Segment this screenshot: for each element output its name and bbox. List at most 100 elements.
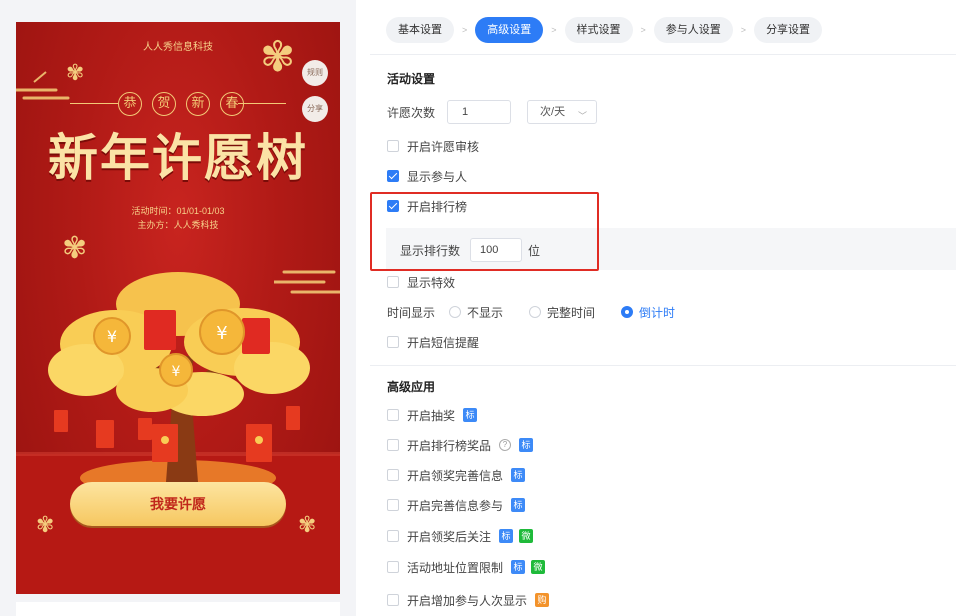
time-option-countdown[interactable]: 倒计时 <box>621 304 675 321</box>
plum-blossom-icon: ✾ <box>36 512 55 537</box>
time-option-hidden[interactable]: 不显示 <box>449 304 503 321</box>
svg-text:¥: ¥ <box>216 323 227 344</box>
wish-limit-row: 许愿次数 1 次/天 ﹀ <box>387 100 598 124</box>
sms-reminder-row[interactable]: 开启短信提醒 <box>387 332 479 352</box>
chevron-right-icon: > <box>462 25 468 35</box>
lottery-checkbox[interactable] <box>387 409 399 421</box>
radio-button[interactable] <box>621 306 634 318</box>
wechat-icon: 微 <box>519 529 534 543</box>
standard-badge: 标 <box>511 498 526 512</box>
rank-count-unit: 位 <box>528 243 541 258</box>
greeting-banner: 恭 贺 新 春 <box>70 92 286 116</box>
info-participate-checkbox[interactable] <box>387 499 399 511</box>
leaderboard-label: 开启排行榜 <box>407 199 468 214</box>
activity-settings-title: 活动设置 <box>387 72 436 86</box>
settings-steps: 基本设置 > 高级设置 > 样式设置 > 参与人设置 > 分享设置 <box>386 17 823 43</box>
sms-reminder-checkbox[interactable] <box>387 336 399 348</box>
prize-info-checkbox[interactable] <box>387 469 399 481</box>
radio-button[interactable] <box>449 306 462 318</box>
cloud-ornament-icon <box>16 71 70 100</box>
wish-limit-input[interactable]: 1 <box>447 100 512 124</box>
svg-text:¥: ¥ <box>107 327 117 346</box>
time-display-label: 时间显示 <box>387 305 436 320</box>
chevron-right-icon: > <box>640 25 646 35</box>
review-label: 开启许愿审核 <box>407 139 480 154</box>
time-option-label: 完整时间 <box>547 305 596 320</box>
advanced-item[interactable]: 开启增加参与人次显示 购 <box>387 590 550 610</box>
plum-blossom-icon: ✾ <box>298 512 317 537</box>
leaderboard-prize-checkbox[interactable] <box>387 439 399 451</box>
show-participants-label: 显示参与人 <box>407 169 468 184</box>
advanced-item-label: 开启排行榜奖品 <box>407 438 492 453</box>
poster-title: 新年许愿树 <box>48 128 308 187</box>
poster-organizer: 人人秀信息科技 <box>143 42 213 53</box>
advanced-item-label: 开启抽奖 <box>407 408 456 423</box>
greeting-char: 贺 <box>152 92 176 116</box>
advanced-item-label: 开启完善信息参与 <box>407 498 504 513</box>
leaderboard-options-panel: 显示排行数 100 位 <box>386 228 956 270</box>
advanced-item[interactable]: 开启领奖完善信息 标 <box>387 465 526 485</box>
advanced-item-label: 活动地址位置限制 <box>407 560 504 575</box>
effects-label: 显示特效 <box>407 275 456 290</box>
advanced-item[interactable]: 开启排行榜奖品 ? 标 <box>387 435 534 455</box>
advanced-item-label: 开启增加参与人次显示 <box>407 593 528 608</box>
sms-reminder-label: 开启短信提醒 <box>407 335 480 350</box>
greeting-line <box>70 103 118 104</box>
advanced-item[interactable]: 开启完善信息参与 标 <box>387 495 526 515</box>
step-advanced-settings[interactable]: 高级设置 <box>475 17 544 43</box>
time-display-row: 时间显示 不显示 完整时间 倒计时 <box>387 302 701 322</box>
standard-badge: 标 <box>519 438 534 452</box>
standard-badge: 标 <box>499 529 514 543</box>
leaderboard-checkbox[interactable] <box>387 200 399 212</box>
leaderboard-row[interactable]: 开启排行榜 <box>387 196 467 216</box>
wish-tree-illustration: ¥ ¥ ¥ <box>48 272 310 492</box>
greeting-char: 春 <box>220 92 244 116</box>
follow-after-prize-checkbox[interactable] <box>387 530 399 542</box>
wish-limit-unit-select[interactable]: 次/天 ﹀ <box>527 100 598 124</box>
effects-checkbox[interactable] <box>387 276 399 288</box>
chevron-right-icon: > <box>740 25 747 35</box>
rank-count-label: 显示排行数 <box>400 243 461 258</box>
help-icon[interactable]: ? <box>499 439 512 451</box>
step-basic-settings[interactable]: 基本设置 <box>386 17 454 43</box>
chevron-right-icon: > <box>551 25 557 35</box>
time-option-label: 不显示 <box>467 305 504 320</box>
svg-text:¥: ¥ <box>172 364 181 380</box>
effects-row[interactable]: 显示特效 <box>387 272 455 292</box>
rank-count-input[interactable]: 100 <box>470 238 523 262</box>
advanced-item[interactable]: 开启抽奖 标 <box>387 405 478 425</box>
rank-count-row: 显示排行数 100 位 <box>400 238 540 262</box>
chevron-down-icon: ﹀ <box>578 111 588 121</box>
settings-panel: 基本设置 > 高级设置 > 样式设置 > 参与人设置 > 分享设置 活动设置 许… <box>370 0 956 616</box>
show-participants-checkbox[interactable] <box>387 170 399 182</box>
location-limit-checkbox[interactable] <box>387 561 399 573</box>
greeting-char: 恭 <box>118 92 142 116</box>
greeting-char: 新 <box>186 92 210 116</box>
review-checkbox[interactable] <box>387 140 399 152</box>
poster-host: 主办方：人人秀科技 <box>137 220 219 230</box>
divider <box>370 54 956 55</box>
mobile-preview: ✾ ✾ ✾ ✾ ✾ 人人秀信息科技 恭 贺 新 春 新年许愿树 活动时间：01/… <box>0 0 356 616</box>
standard-badge: 标 <box>511 468 526 482</box>
advanced-item[interactable]: 开启领奖后关注 标 微 <box>387 526 534 546</box>
wish-limit-unit-value: 次/天 <box>540 106 566 118</box>
make-wish-button[interactable]: 我要许愿 <box>70 482 286 526</box>
time-option-full[interactable]: 完整时间 <box>529 304 595 321</box>
advanced-apps-title: 高级应用 <box>387 380 436 394</box>
step-share-settings[interactable]: 分享设置 <box>754 17 823 43</box>
radio-button[interactable] <box>529 306 542 318</box>
preview-footer <box>16 602 340 616</box>
advanced-item-label: 开启领奖后关注 <box>407 529 492 544</box>
participant-count-checkbox[interactable] <box>387 594 399 606</box>
advanced-item-label: 开启领奖完善信息 <box>407 468 504 483</box>
show-participants-row[interactable]: 显示参与人 <box>387 166 467 186</box>
share-button[interactable]: 分享 <box>302 96 328 122</box>
advanced-item[interactable]: 活动地址位置限制 标 微 <box>387 557 546 577</box>
divider <box>370 365 956 366</box>
review-row[interactable]: 开启许愿审核 <box>387 136 479 156</box>
rules-button[interactable]: 规则 <box>302 60 328 86</box>
step-style-settings[interactable]: 样式设置 <box>564 17 633 43</box>
purchase-badge: 购 <box>535 593 550 607</box>
step-participant-settings[interactable]: 参与人设置 <box>653 17 733 43</box>
wechat-icon: 微 <box>531 560 546 574</box>
